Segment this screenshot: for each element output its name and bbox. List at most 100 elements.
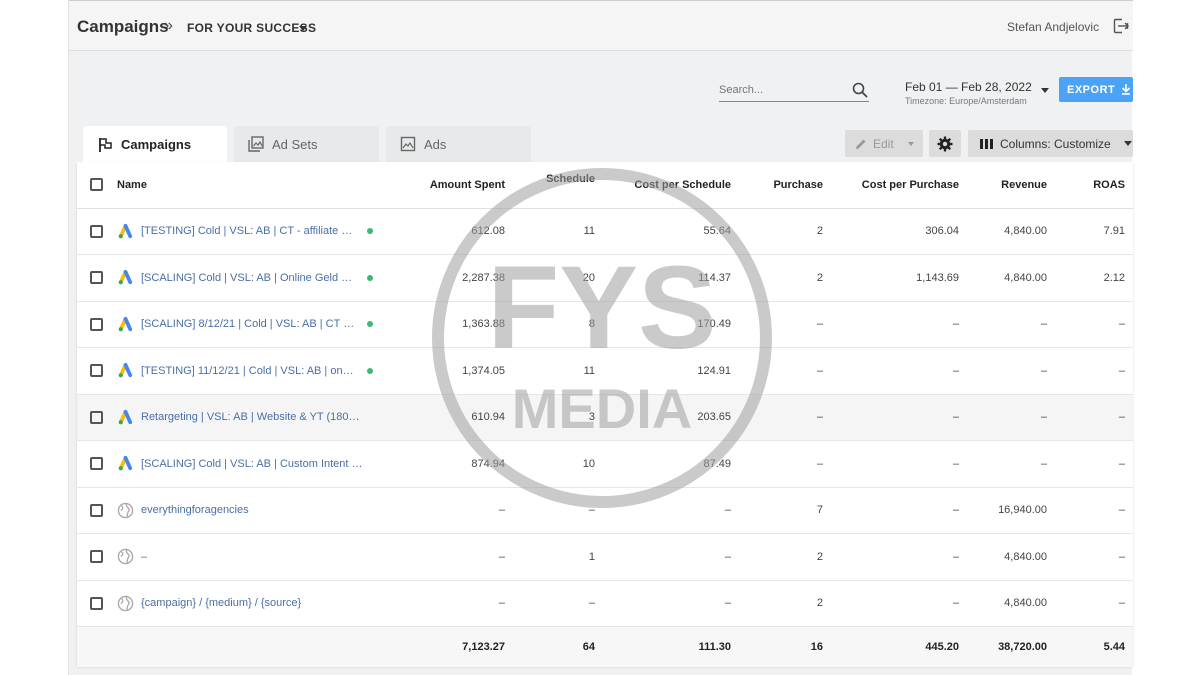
cell-revenue: –: [967, 347, 1055, 395]
cell-cost-per-schedule: 87.49: [603, 440, 739, 488]
columns-customize-button[interactable]: Columns: Customize: [968, 130, 1133, 157]
cell-cost-per-purchase: –: [831, 533, 967, 581]
row-checkbox[interactable]: [77, 487, 117, 534]
campaign-name[interactable]: [TESTING] Cold | VSL: AB | CT - affiliat…: [141, 225, 356, 237]
row-checkbox[interactable]: [77, 580, 117, 627]
column-header-schedule[interactable]: Schedule: [513, 162, 603, 209]
cell-schedule: –: [513, 580, 603, 627]
cell-cost-per-purchase: –: [831, 347, 967, 395]
cell-revenue: –: [967, 440, 1055, 488]
campaign-name[interactable]: –: [141, 551, 147, 563]
row-checkbox[interactable]: [77, 254, 117, 302]
campaign-name-cell[interactable]: [SCALING] 8/12/21 | Cold | VSL: AB | CT …: [117, 301, 373, 348]
campaign-name[interactable]: everythingforagencies: [141, 504, 249, 516]
google-ads-icon: [118, 409, 133, 425]
campaign-name-cell[interactable]: {campaign} / {medium} / {source}: [117, 580, 373, 627]
campaign-name-cell[interactable]: [TESTING] 11/12/21 | Cold | VSL: AB | on…: [117, 347, 373, 395]
settings-button[interactable]: [929, 130, 961, 157]
campaign-name[interactable]: [TESTING] 11/12/21 | Cold | VSL: AB | on…: [141, 365, 356, 377]
tab-ads[interactable]: Ads: [386, 126, 531, 162]
campaign-name-cell[interactable]: [SCALING] Cold | VSL: AB | Online Geld V…: [117, 254, 373, 302]
cell-cost-per-schedule: 55.64: [603, 208, 739, 255]
cell-purchase: –: [739, 394, 831, 441]
table-row[interactable]: [SCALING] Cold | VSL: AB | Custom Intent…: [77, 440, 1133, 488]
app-window: Campaigns » FOR YOUR SUCCESS Stefan Andj…: [68, 0, 1133, 675]
table-row[interactable]: – –1–2–4,840.00–: [77, 533, 1133, 581]
column-header-cost-per-purchase[interactable]: Cost per Purchase: [831, 162, 967, 209]
campaign-name[interactable]: {campaign} / {medium} / {source}: [141, 597, 301, 609]
cell-purchase: –: [739, 440, 831, 488]
cell-schedule: 8: [513, 301, 603, 348]
row-checkbox[interactable]: [77, 533, 117, 581]
columns-icon: [980, 138, 993, 149]
cell-schedule: 11: [513, 347, 603, 395]
cell-purchase: 2: [739, 208, 831, 255]
row-checkbox[interactable]: [77, 440, 117, 488]
cell-amount-spent: –: [373, 580, 513, 627]
campaign-name[interactable]: [SCALING] 8/12/21 | Cold | VSL: AB | CT …: [141, 318, 356, 330]
cell-amount-spent: 874.94: [373, 440, 513, 488]
adsets-icon: [248, 136, 264, 152]
campaign-name-cell[interactable]: [SCALING] Cold | VSL: AB | Custom Intent…: [117, 440, 373, 488]
cell-amount-spent: 1,363.88: [373, 301, 513, 348]
tab-label: Ads: [424, 136, 447, 152]
campaign-name-cell[interactable]: [TESTING] Cold | VSL: AB | CT - affiliat…: [117, 208, 373, 255]
column-header-amount-spent[interactable]: Amount Spent: [373, 162, 513, 209]
campaign-name[interactable]: [SCALING] Cold | VSL: AB | Online Geld V…: [141, 272, 356, 284]
table-row[interactable]: everythingforagencies – – –7–16,940.00–: [77, 487, 1133, 534]
page-title[interactable]: Campaigns: [77, 17, 169, 37]
org-selector[interactable]: FOR YOUR SUCCESS: [187, 21, 316, 35]
campaign-name[interactable]: Retargeting | VSL: AB | Website & YT (18…: [141, 411, 363, 423]
select-all-checkbox[interactable]: [77, 162, 117, 209]
cell-revenue: –: [967, 394, 1055, 441]
table-row[interactable]: [SCALING] Cold | VSL: AB | Online Geld V…: [77, 254, 1133, 302]
table-row[interactable]: {campaign} / {medium} / {source} – – –2–4,8…: [77, 580, 1133, 627]
search-icon[interactable]: [852, 82, 868, 98]
date-range[interactable]: Feb 01 — Feb 28, 2022: [905, 80, 1032, 94]
column-header-name[interactable]: Name: [117, 162, 373, 209]
tab-campaigns[interactable]: Campaigns: [83, 126, 227, 163]
column-header-revenue[interactable]: Revenue: [967, 162, 1055, 209]
cell-roas: –: [1055, 533, 1133, 581]
search-input[interactable]: [719, 84, 839, 96]
search-field[interactable]: [719, 80, 869, 102]
campaign-name[interactable]: [SCALING] Cold | VSL: AB | Custom Intent…: [141, 458, 363, 470]
timezone-label: Timezone: Europe/Amsterdam: [905, 96, 1027, 106]
tab-label: Campaigns: [121, 137, 192, 152]
campaign-name-cell[interactable]: everythingforagencies: [117, 487, 373, 534]
table-row[interactable]: [SCALING] 8/12/21 | Cold | VSL: AB | CT …: [77, 301, 1133, 348]
chevron-down-icon[interactable]: [299, 26, 307, 31]
row-checkbox[interactable]: [77, 347, 117, 395]
column-header-roas[interactable]: ROAS: [1055, 162, 1133, 209]
google-ads-icon: [118, 316, 133, 332]
google-ads-icon: [118, 223, 133, 239]
cell-revenue: 4,840.00: [967, 208, 1055, 255]
row-checkbox[interactable]: [77, 208, 117, 255]
tab-ad-sets[interactable]: Ad Sets: [234, 126, 379, 162]
cell-cost-per-purchase: –: [831, 487, 967, 534]
cell-revenue: –: [967, 301, 1055, 348]
table-row[interactable]: [TESTING] 11/12/21 | Cold | VSL: AB | on…: [77, 347, 1133, 395]
tab-label: Ad Sets: [272, 136, 318, 152]
table-row[interactable]: Retargeting | VSL: AB | Website & YT (18…: [77, 394, 1133, 441]
cell-schedule: 3: [513, 394, 603, 441]
total-revenue: 38,720.00: [967, 626, 1055, 667]
column-header-purchase[interactable]: Purchase: [739, 162, 831, 209]
cell-schedule: 11: [513, 208, 603, 255]
column-header-cost-per-schedule[interactable]: Cost per Schedule: [603, 162, 739, 209]
cell-revenue: 4,840.00: [967, 533, 1055, 581]
google-ads-icon: [118, 270, 133, 285]
chevron-down-icon[interactable]: [1041, 88, 1049, 93]
logout-icon[interactable]: [1113, 18, 1129, 34]
edit-button[interactable]: Edit: [845, 130, 923, 157]
campaign-name-cell[interactable]: Retargeting | VSL: AB | Website & YT (18…: [117, 394, 373, 441]
export-button[interactable]: EXPORT: [1059, 77, 1133, 102]
table-row[interactable]: [TESTING] Cold | VSL: AB | CT - affiliat…: [77, 208, 1133, 255]
row-checkbox[interactable]: [77, 394, 117, 441]
totals-row: 7,123.27 64 111.30 16 445.20 38,720.00 5…: [77, 626, 1133, 667]
campaign-name-cell[interactable]: –: [117, 533, 373, 581]
globe-icon: [117, 595, 134, 612]
cell-amount-spent: –: [373, 533, 513, 581]
row-checkbox[interactable]: [77, 301, 117, 348]
google-ads-icon: [118, 363, 133, 378]
